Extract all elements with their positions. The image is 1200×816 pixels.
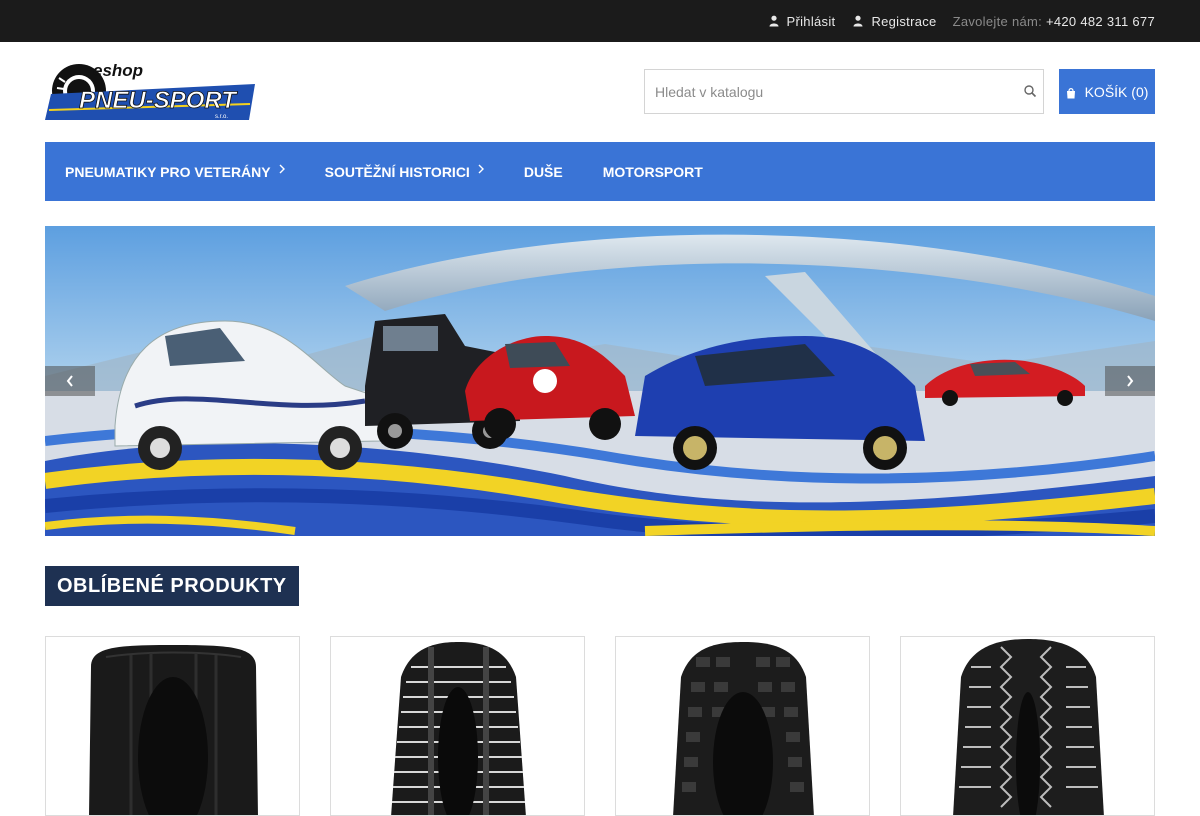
- product-image-tire-blocky: [673, 642, 814, 815]
- product-card[interactable]: [900, 636, 1155, 816]
- section-title: OBLÍBENÉ PRODUKTY: [45, 566, 299, 606]
- contact-phone: Zavolejte nám: +420 482 311 677: [953, 14, 1155, 29]
- product-image-tire-zigzag: [953, 639, 1104, 815]
- dropdown-caret-icon: [478, 164, 484, 173]
- chevron-left-icon: [66, 375, 73, 387]
- product-card[interactable]: [615, 636, 870, 816]
- call-label: Zavolejte nám:: [952, 13, 1043, 29]
- cart-icon: [1066, 86, 1076, 98]
- nav-item-label: SOUTĚŽNÍ HISTORICI: [324, 163, 470, 180]
- nav-item-veterany[interactable]: PNEUMATIKY PRO VETERÁNY: [65, 164, 285, 180]
- chevron-right-icon: [1127, 375, 1134, 387]
- dropdown-caret-icon: [279, 164, 285, 173]
- product-card[interactable]: [330, 636, 585, 816]
- logo-suffix-text: s.r.o.: [215, 114, 228, 120]
- nav-item-motorsport[interactable]: MOTORSPORT: [603, 164, 703, 180]
- phone-number[interactable]: +420 482 311 677: [1046, 14, 1155, 29]
- slider-next-button[interactable]: [1105, 366, 1155, 396]
- logo-brand-text: PNEU-SPORT: [79, 87, 238, 114]
- hero-slider[interactable]: [45, 226, 1155, 536]
- search-icon[interactable]: [1023, 84, 1037, 98]
- logo-small-text: eshop: [93, 61, 143, 80]
- product-image-tire-slick: [89, 645, 258, 815]
- login-label: Přihlásit: [786, 13, 836, 29]
- product-card[interactable]: [45, 636, 300, 816]
- main-nav: PNEUMATIKY PRO VETERÁNY SOUTĚŽNÍ HISTORI…: [45, 142, 1155, 201]
- nav-item-label: DUŠE: [523, 163, 563, 180]
- cart-button[interactable]: KOŠÍK (0): [1059, 69, 1155, 114]
- register-link[interactable]: Registrace: [853, 14, 936, 29]
- nav-item-label: MOTORSPORT: [602, 163, 703, 180]
- search-box: [644, 69, 1044, 114]
- login-link[interactable]: Přihlásit: [769, 14, 836, 29]
- top-bar: Přihlásit Registrace Zavolejte nám: +420…: [0, 0, 1200, 42]
- hero-banner-image: [45, 226, 1155, 536]
- product-image-tire-ribbed: [391, 642, 526, 815]
- cart-label: KOŠÍK (0): [1084, 83, 1149, 100]
- search-input[interactable]: [645, 70, 1005, 113]
- top-bar-links: Přihlásit Registrace Zavolejte nám: +420…: [751, 0, 1156, 42]
- nav-item-soutezni-historici[interactable]: SOUTĚŽNÍ HISTORICI: [325, 164, 484, 180]
- nav-item-label: PNEUMATIKY PRO VETERÁNY: [65, 163, 271, 180]
- slider-prev-button[interactable]: [45, 366, 95, 396]
- register-label: Registrace: [871, 13, 937, 29]
- nav-item-duse[interactable]: DUŠE: [524, 164, 563, 180]
- user-icon: [769, 15, 779, 27]
- site-logo[interactable]: eshop PNEU-SPORT s.r.o.: [45, 60, 257, 122]
- user-plus-icon: [853, 15, 863, 27]
